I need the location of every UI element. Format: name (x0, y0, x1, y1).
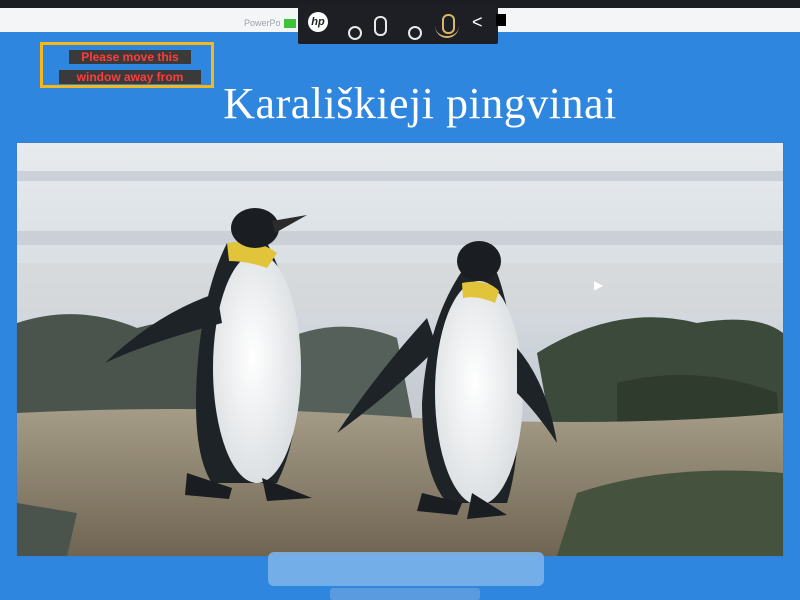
warning-line-1: Please move this (69, 50, 191, 64)
record-icon[interactable] (408, 26, 422, 40)
hp-logo-icon: hp (308, 12, 328, 32)
microphone-icon[interactable] (374, 16, 387, 36)
monitor-screen: PowerPo Please move this window away fro… (0, 8, 800, 600)
toolbar-edge (496, 14, 506, 26)
chevron-left-icon[interactable]: < (472, 12, 483, 33)
mouse-cursor-icon: ▶ (594, 278, 604, 292)
slide-photo (16, 142, 784, 557)
status-indicator (284, 19, 296, 28)
slide-title: Karališkieji pingvinai (223, 79, 617, 128)
slide-bottom-bar (268, 552, 544, 586)
app-title: PowerPo (244, 18, 281, 28)
penguins-image (17, 143, 783, 556)
circle-icon[interactable] (348, 26, 362, 40)
signal-wave-icon (435, 26, 459, 38)
slide-bottom-bar-lower (330, 588, 480, 600)
camera-toolbar: hp < (298, 4, 498, 44)
